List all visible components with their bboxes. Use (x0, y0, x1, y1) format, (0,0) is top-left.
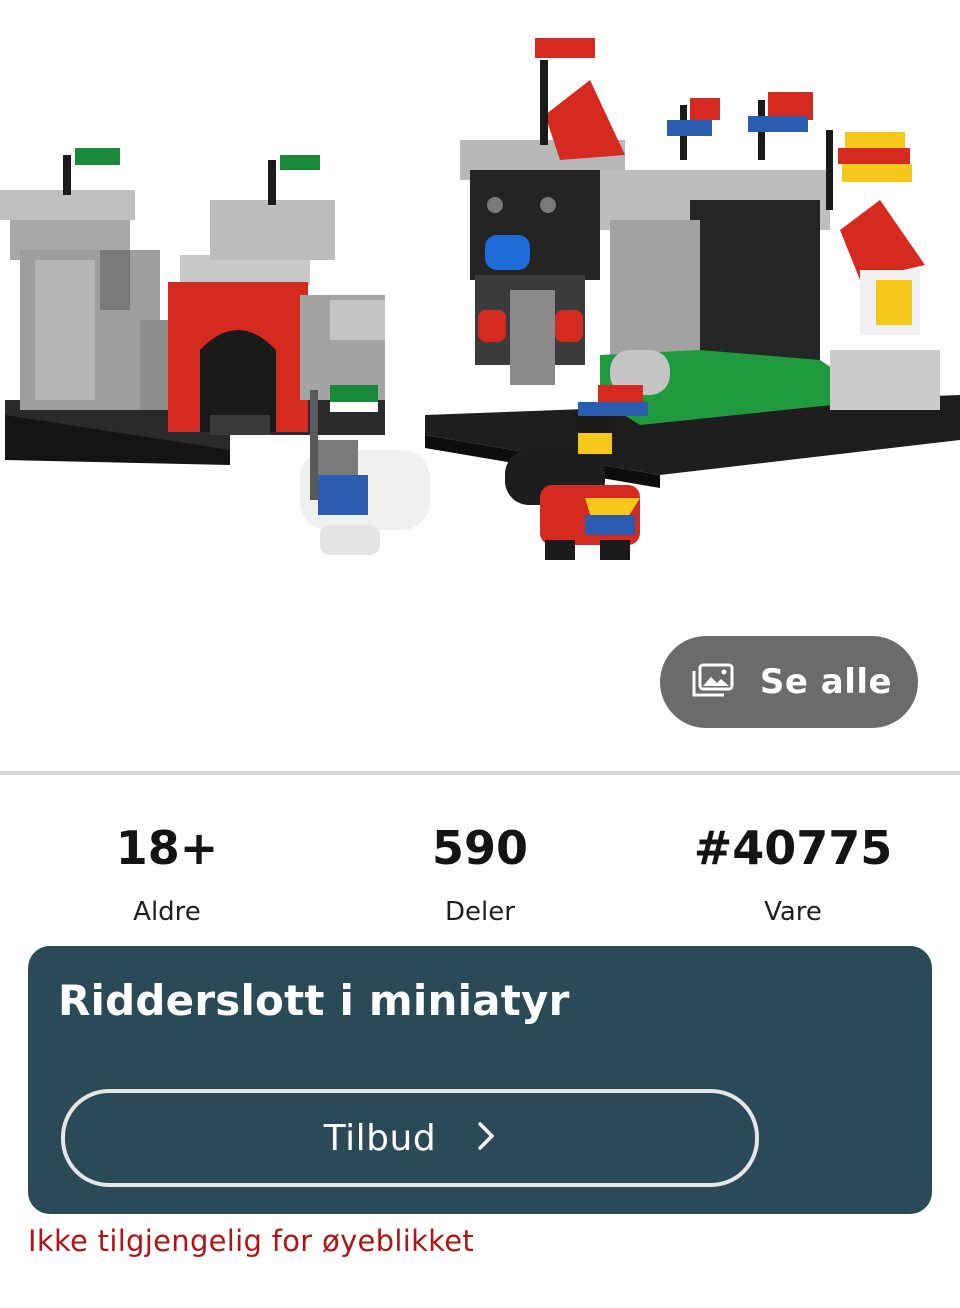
see-all-label: Se alle (759, 662, 893, 702)
gallery-icon (692, 663, 734, 701)
product-title: Ridderslott i miniatyr (58, 976, 570, 1025)
stat-pieces-caption: Deler (445, 897, 515, 927)
product-card: Ridderslott i miniatyr Tilbud (28, 946, 932, 1214)
see-all-button[interactable]: Se alle (660, 636, 918, 728)
section-divider (0, 771, 960, 775)
stat-item-number-value: #40775 (693, 821, 893, 875)
stat-item-number-caption: Vare (764, 897, 822, 927)
left-castle-model (0, 148, 430, 555)
chevron-right-icon (476, 1121, 496, 1155)
stat-age: 18+ Aldre (7, 810, 327, 932)
product-gallery[interactable]: Se alle (0, 0, 960, 770)
stat-age-value: 18+ (115, 821, 219, 875)
product-image[interactable] (0, 20, 960, 560)
stat-age-caption: Aldre (133, 897, 201, 927)
offer-button[interactable]: Tilbud (61, 1089, 759, 1187)
stat-item-number: #40775 Vare (633, 810, 953, 932)
right-castle-model (425, 38, 960, 560)
offer-button-label: Tilbud (323, 1117, 437, 1159)
availability-status: Ikke tilgjengelig for øyeblikket (28, 1224, 475, 1258)
stat-pieces-value: 590 (431, 821, 529, 875)
stat-pieces: 590 Deler (320, 810, 640, 932)
